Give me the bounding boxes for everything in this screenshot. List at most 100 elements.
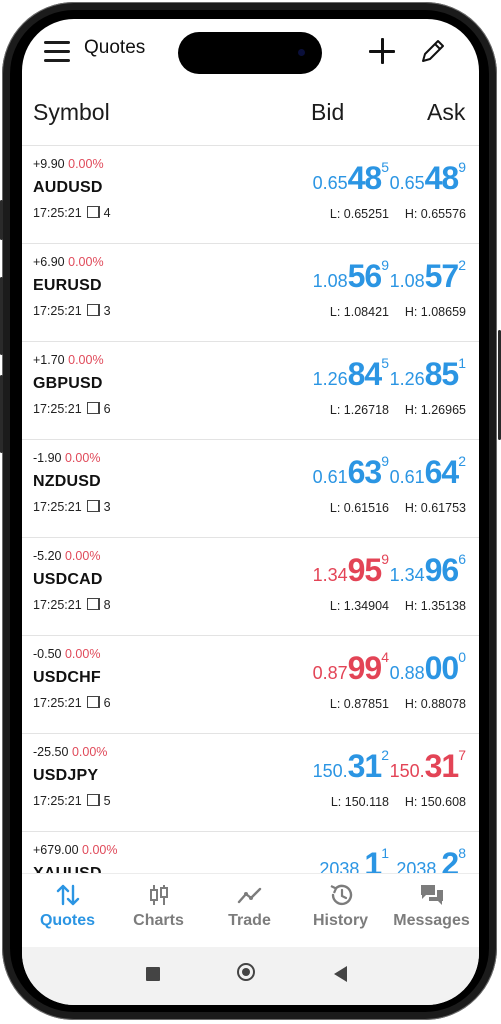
quote-row[interactable]: -25.50 0.00% USDJPY 17:25:21 5 150.312 15… xyxy=(22,733,479,832)
quote-symbol: USDCAD xyxy=(33,571,103,588)
quote-low: L: 1.08421 xyxy=(329,305,389,319)
price-prefix: 1.08 xyxy=(389,271,425,291)
ask-price[interactable]: 1.26851 xyxy=(390,355,466,396)
price-fraction: 8 xyxy=(458,845,466,861)
quote-row[interactable]: +679.00 0.00% XAUUSD 2038.11 2038.28 xyxy=(22,831,479,873)
back-triangle-icon[interactable] xyxy=(334,966,347,982)
quote-change-percent: 0.00% xyxy=(71,745,108,759)
quote-low: L: 150.118 xyxy=(330,795,389,809)
home-circle-icon[interactable] xyxy=(237,963,255,981)
quote-symbol: EURUSD xyxy=(33,277,102,294)
bid-price[interactable]: 1.08569 xyxy=(313,257,389,298)
quote-spread: 6 xyxy=(103,402,111,416)
price-prefix: 0.87 xyxy=(312,663,348,683)
quotes-list[interactable]: +9.90 0.00% AUDUSD 17:25:21 4 0.65485 0.6… xyxy=(22,145,479,873)
tab-trade[interactable]: Trade xyxy=(204,874,295,948)
quote-high: H: 0.61753 xyxy=(404,501,466,515)
quote-high: H: 0.65576 xyxy=(404,207,466,221)
quote-change: +679.00 0.00% xyxy=(33,843,117,857)
ask-price[interactable]: 0.65489 xyxy=(390,159,466,200)
quote-change-percent: 0.00% xyxy=(64,647,101,661)
android-nav-bar xyxy=(22,947,479,1005)
quote-low: L: 0.61516 xyxy=(329,501,389,515)
price-prefix: 150. xyxy=(389,761,425,781)
ask-price[interactable]: 2038.28 xyxy=(396,845,466,873)
quote-high: H: 0.88078 xyxy=(404,697,466,711)
quote-change: -1.90 0.00% xyxy=(33,451,100,465)
quote-high: H: 1.08659 xyxy=(404,305,466,319)
tab-history[interactable]: History xyxy=(295,874,386,948)
quote-time: 17:25:21 xyxy=(33,206,82,220)
edit-pencil-icon[interactable] xyxy=(418,36,448,66)
bid-price[interactable]: 1.34959 xyxy=(312,551,389,592)
quote-change-percent: 0.00% xyxy=(68,255,104,269)
price-pips: 57 xyxy=(424,258,460,294)
quote-time-spread: 17:25:21 4 xyxy=(33,206,111,220)
quote-row[interactable]: +9.90 0.00% AUDUSD 17:25:21 4 0.65485 0.6… xyxy=(22,145,479,244)
quote-high: H: 1.26965 xyxy=(404,403,466,417)
hamburger-menu-icon[interactable] xyxy=(44,41,70,63)
tab-label: Quotes xyxy=(39,912,96,929)
price-prefix: 0.61 xyxy=(312,467,348,487)
quote-row[interactable]: +1.70 0.00% GBPUSD 17:25:21 6 1.26845 1.2… xyxy=(22,341,479,440)
quote-time: 17:25:21 xyxy=(33,402,82,416)
ask-price[interactable]: 0.88000 xyxy=(390,649,466,690)
spread-icon xyxy=(86,794,100,806)
quote-change: +9.90 0.00% xyxy=(33,157,104,171)
quote-row[interactable]: -0.50 0.00% USDCHF 17:25:21 6 0.87994 0.8… xyxy=(22,635,479,734)
quote-symbol: AUDUSD xyxy=(33,179,103,196)
quote-change-points: -1.90 xyxy=(33,451,62,465)
recents-square-icon[interactable] xyxy=(146,967,160,981)
quote-row[interactable]: -1.90 0.00% NZDUSD 17:25:21 3 0.61639 0.6… xyxy=(22,439,479,538)
quote-low: L: 0.87851 xyxy=(329,697,389,711)
quote-row[interactable]: -5.20 0.00% USDCAD 17:25:21 8 1.34959 1.3… xyxy=(22,537,479,636)
price-pips: 1 xyxy=(364,846,382,873)
price-pips: 85 xyxy=(424,356,460,392)
quotes-arrows-icon xyxy=(56,884,80,906)
bid-price[interactable]: 150.312 xyxy=(313,747,389,788)
price-fraction: 5 xyxy=(381,159,389,175)
quote-row[interactable]: +6.90 0.00% EURUSD 17:25:21 3 1.08569 1.0… xyxy=(22,243,479,342)
quote-change: +6.90 0.00% xyxy=(33,255,104,269)
quote-change-percent: 0.00% xyxy=(64,451,101,465)
price-fraction: 6 xyxy=(458,551,466,567)
tab-messages[interactable]: Messages xyxy=(386,874,477,948)
tab-label: History xyxy=(312,912,369,929)
quote-time-spread: 17:25:21 6 xyxy=(33,696,111,710)
bid-price[interactable]: 0.87994 xyxy=(312,649,389,690)
price-prefix: 1.34 xyxy=(312,565,348,585)
dynamic-island xyxy=(178,32,322,74)
price-pips: 64 xyxy=(424,454,460,490)
quote-spread: 6 xyxy=(103,696,111,710)
ask-price[interactable]: 150.317 xyxy=(389,747,466,788)
quote-time: 17:25:21 xyxy=(33,304,82,318)
add-symbol-icon[interactable] xyxy=(369,38,395,64)
quote-symbol: USDCHF xyxy=(33,669,101,686)
quote-symbol: XAUUSD xyxy=(33,865,102,873)
quote-change-points: -0.50 xyxy=(33,647,62,661)
quote-spread: 5 xyxy=(103,794,111,808)
ask-price[interactable]: 0.61642 xyxy=(390,453,466,494)
price-fraction: 9 xyxy=(381,551,389,567)
quote-low: L: 1.26718 xyxy=(329,403,389,417)
spread-icon xyxy=(86,402,100,414)
bid-price[interactable]: 1.26845 xyxy=(313,355,389,396)
spread-icon xyxy=(86,696,100,708)
tab-charts[interactable]: Charts xyxy=(113,874,204,948)
quote-time: 17:25:21 xyxy=(33,794,82,808)
bid-price[interactable]: 0.61639 xyxy=(312,453,389,494)
column-header-symbol[interactable]: Symbol xyxy=(33,99,110,126)
ask-price[interactable]: 1.34966 xyxy=(390,551,466,592)
column-header-bid[interactable]: Bid xyxy=(311,99,344,126)
price-fraction: 4 xyxy=(381,649,389,665)
quote-spread: 4 xyxy=(103,206,111,220)
tab-quotes[interactable]: Quotes xyxy=(22,874,113,948)
column-header-ask[interactable]: Ask xyxy=(427,99,465,126)
bid-price[interactable]: 2038.11 xyxy=(319,845,389,873)
bid-price[interactable]: 0.65485 xyxy=(313,159,389,200)
side-button-volume-up xyxy=(0,277,3,355)
price-pips: 48 xyxy=(347,160,383,196)
quote-time: 17:25:21 xyxy=(33,696,82,710)
price-pips: 48 xyxy=(424,160,460,196)
ask-price[interactable]: 1.08572 xyxy=(389,257,466,298)
